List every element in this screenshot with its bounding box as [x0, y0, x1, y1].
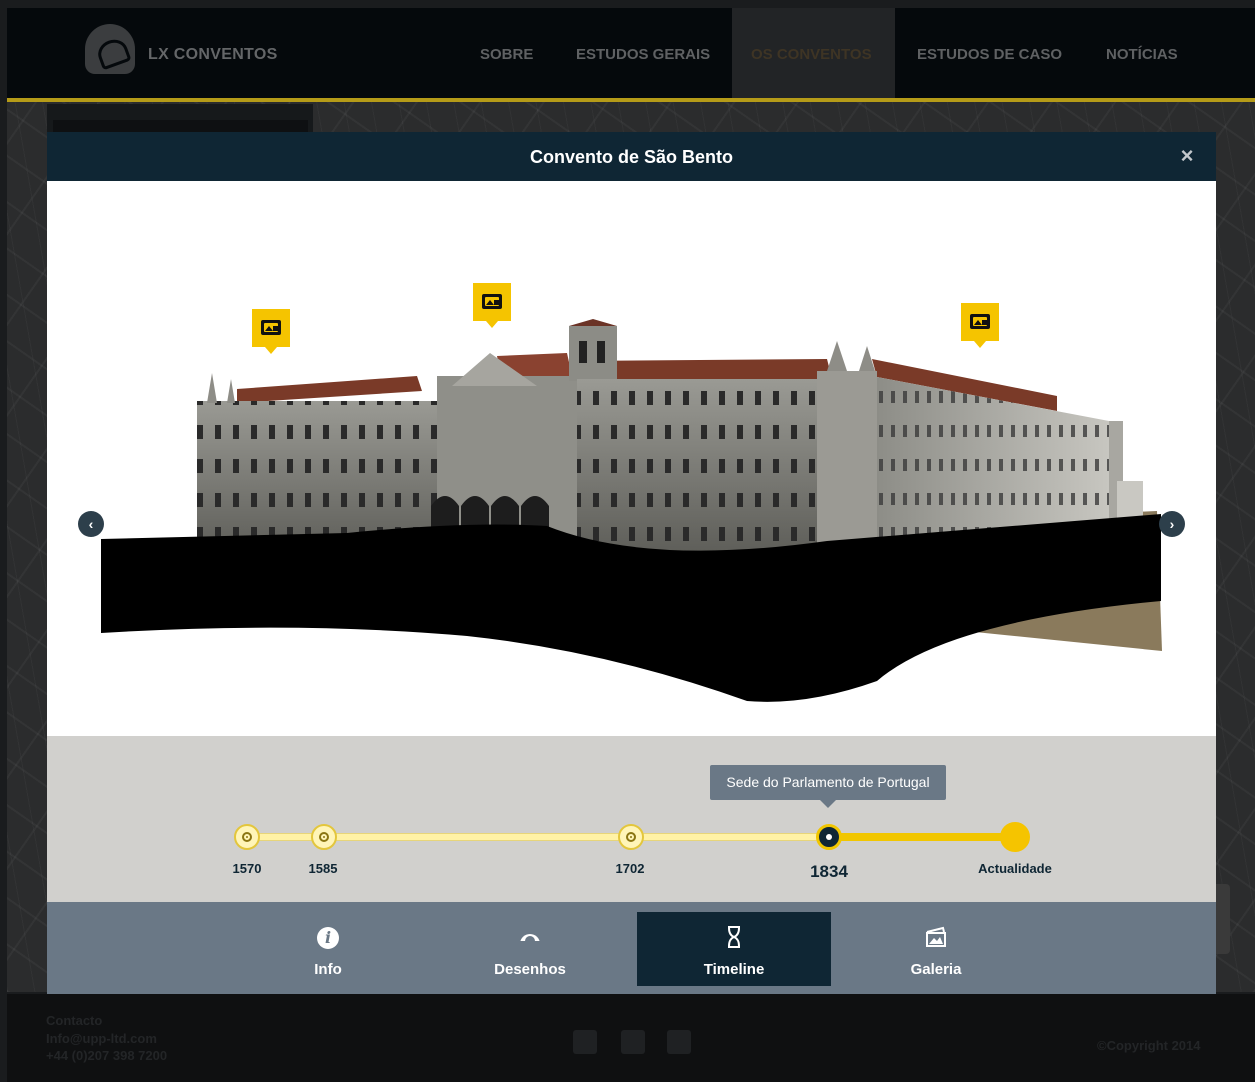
modal-tab-bar: i Info Desenhos Timeline Galeria	[47, 902, 1216, 994]
nav-item-noticias[interactable]: NOTÍCIAS	[1106, 46, 1178, 63]
timeline-node-1585[interactable]	[311, 824, 337, 850]
hourglass-icon	[637, 926, 831, 953]
image-icon	[482, 294, 502, 309]
modal-header: Convento de São Bento ×	[47, 132, 1216, 181]
modal-title: Convento de São Bento	[529, 147, 733, 167]
footer-copyright: ©Copyright 2014	[1097, 1038, 1201, 1053]
background-side-button	[1214, 884, 1230, 954]
tab-label: Galeria	[910, 961, 962, 978]
timeline-node-1702[interactable]	[618, 824, 644, 850]
tab-timeline[interactable]: Timeline	[637, 912, 831, 986]
image-icon	[970, 314, 990, 329]
footer-phone: +44 (0)207 398 7200	[46, 1048, 168, 1063]
nav-item-os-conventos[interactable]: OS CONVENTOS	[751, 46, 872, 63]
footer-contact-title: Contacto	[46, 1013, 103, 1028]
next-arrow-icon[interactable]: ›	[1159, 511, 1185, 537]
image-pin-2[interactable]	[473, 283, 511, 328]
timeline-track-current	[829, 833, 1015, 841]
timeline-label: 1585	[308, 861, 338, 876]
building-viewer: ‹ ›	[47, 181, 1216, 736]
timeline-node-1570[interactable]	[234, 824, 260, 850]
tab-desenhos[interactable]: Desenhos	[433, 912, 627, 986]
timeline-node-1834[interactable]	[816, 824, 842, 850]
protractor-icon	[433, 926, 627, 951]
bell-logo-icon[interactable]	[85, 24, 135, 74]
tab-label: Desenhos	[494, 961, 566, 978]
timeline-node-actualidade[interactable]	[1000, 822, 1030, 852]
info-icon: i	[231, 926, 425, 949]
twitter-icon[interactable]	[621, 1030, 645, 1054]
timeline-label: 1702	[615, 861, 645, 876]
map-side-panel-inner	[53, 120, 308, 132]
nav-item-sobre[interactable]: SOBRE	[480, 46, 533, 63]
tab-label: Timeline	[703, 961, 765, 978]
previous-arrow-icon[interactable]: ‹	[78, 511, 104, 537]
timeline: Sede do Parlamento de Portugal 1570 1585…	[47, 736, 1216, 902]
close-icon[interactable]: ×	[1177, 145, 1197, 167]
nav-item-estudos-gerais[interactable]: ESTUDOS GERAIS	[576, 46, 710, 63]
facebook-icon[interactable]	[573, 1030, 597, 1054]
image-icon	[261, 320, 281, 335]
timeline-label: Actualidade	[978, 861, 1052, 876]
tab-label: Info	[314, 961, 342, 978]
gallery-icon	[839, 926, 1033, 953]
convent-modal: Convento de São Bento × ‹ › Sede do Parl…	[47, 132, 1216, 994]
building-3d-model	[101, 319, 1162, 702]
timeline-label-active: 1834	[810, 862, 848, 881]
nav-accent-line	[7, 98, 1255, 102]
image-pin-3[interactable]	[961, 303, 999, 348]
tab-info[interactable]: i Info	[231, 912, 425, 986]
image-pin-1[interactable]	[252, 309, 290, 354]
timeline-tooltip: Sede do Parlamento de Portugal	[710, 765, 946, 808]
google-plus-icon[interactable]	[667, 1030, 691, 1054]
site-logo-text[interactable]: LX CONVENTOS	[148, 46, 278, 64]
nav-item-estudos-de-caso[interactable]: ESTUDOS DE CASO	[917, 46, 1062, 63]
tab-galeria[interactable]: Galeria	[839, 912, 1033, 986]
footer-email[interactable]: Info@upp-ltd.com	[46, 1031, 157, 1046]
